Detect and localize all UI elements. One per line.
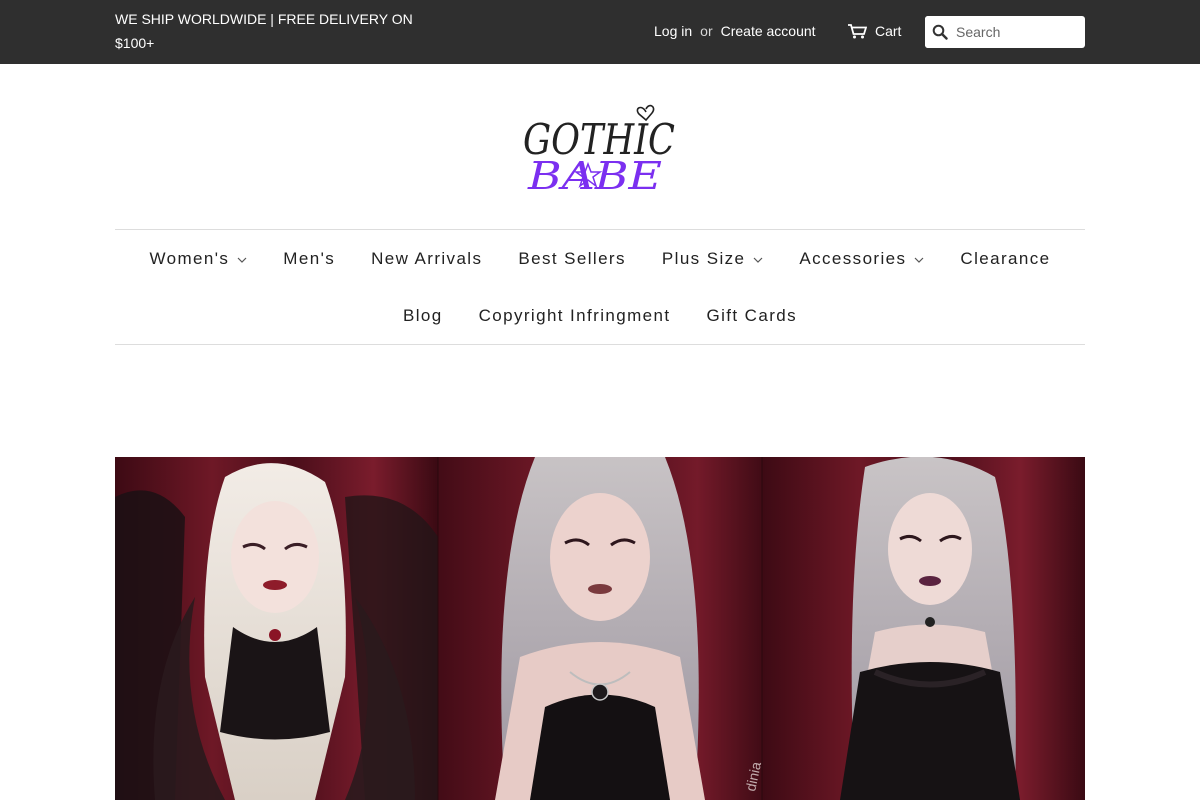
nav-item-label: Plus Size	[661, 249, 746, 268]
nav-item-label: Women's	[149, 249, 230, 268]
chevron-down-icon	[914, 257, 924, 263]
hero-panel-1	[115, 457, 438, 800]
nav-item-label: Accessories	[799, 249, 907, 268]
nav-item-best-sellers[interactable]: Best Sellers	[500, 247, 644, 271]
nav-item-label: Gift Cards	[706, 306, 798, 325]
announcement-text: WE SHIP WORLDWIDE | FREE DELIVERY ON $10…	[115, 11, 413, 51]
site-logo[interactable]: GOTHIC BABE	[518, 92, 684, 198]
nav-item-copyright[interactable]: Copyright Infringment	[461, 304, 689, 328]
nav-item-clearance[interactable]: Clearance	[942, 247, 1068, 271]
cart-icon	[848, 23, 867, 38]
or-text: or	[700, 23, 713, 39]
hero-panel-2: dinia	[438, 457, 764, 800]
main-navigation: Women's Men's New Arrivals Best Sellers …	[115, 229, 1085, 345]
hero-panel-3	[762, 457, 1085, 800]
search-form	[925, 16, 1085, 48]
nav-item-plus-size[interactable]: Plus Size	[644, 247, 781, 271]
nav-item-label: Men's	[283, 249, 336, 268]
search-button[interactable]	[925, 16, 955, 48]
account-links: Log in or Create account	[654, 20, 816, 42]
nav-row-secondary: Blog Copyright Infringment Gift Cards	[115, 304, 1085, 328]
login-link[interactable]: Log in	[654, 23, 692, 39]
nav-item-new-arrivals[interactable]: New Arrivals	[353, 247, 500, 271]
chevron-down-icon	[237, 257, 247, 263]
nav-item-label: Blog	[402, 306, 443, 325]
nav-row-primary: Women's Men's New Arrivals Best Sellers …	[115, 247, 1085, 271]
cart-label: Cart	[875, 23, 902, 39]
nav-item-gift-cards[interactable]: Gift Cards	[689, 304, 816, 328]
nav-item-womens[interactable]: Women's	[131, 247, 265, 271]
nav-item-label: Clearance	[960, 249, 1051, 268]
search-input[interactable]	[955, 17, 1081, 47]
logo-wordmark: GOTHIC BABE	[523, 104, 675, 198]
chevron-down-icon	[753, 257, 763, 263]
nav-item-label: New Arrivals	[371, 249, 483, 268]
nav-item-blog[interactable]: Blog	[385, 304, 461, 328]
nav-item-accessories[interactable]: Accessories	[781, 247, 942, 271]
create-account-link[interactable]: Create account	[721, 23, 816, 39]
nav-item-mens[interactable]: Men's	[265, 247, 353, 271]
nav-item-label: Copyright Infringment	[478, 306, 671, 325]
cart-link[interactable]: Cart	[848, 20, 901, 42]
search-icon	[932, 24, 948, 40]
nav-item-label: Best Sellers	[518, 249, 626, 268]
hero-banner[interactable]: dinia	[115, 457, 1085, 800]
hero-image: dinia	[115, 457, 1085, 800]
top-bar: WE SHIP WORLDWIDE | FREE DELIVERY ON $10…	[0, 0, 1200, 64]
